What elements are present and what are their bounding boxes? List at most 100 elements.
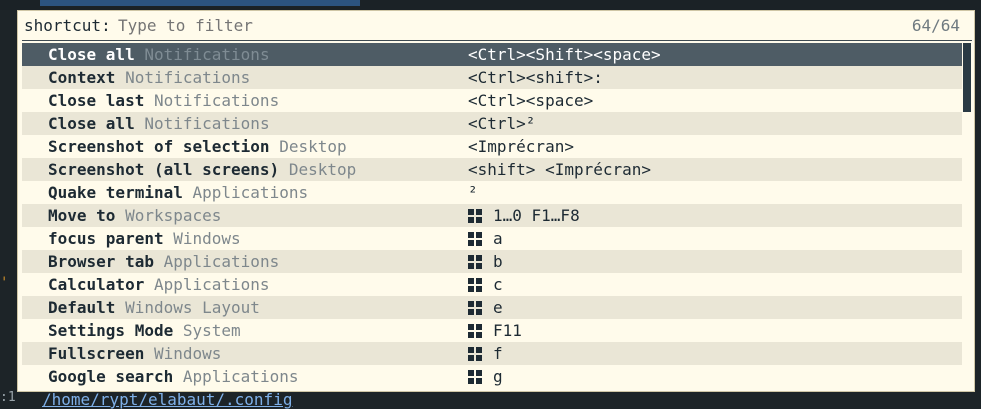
shortcut-key-text: 1…0 F1…F8	[493, 206, 580, 225]
shortcut-keys: <Imprécran>	[468, 135, 574, 158]
filter-input[interactable]	[118, 11, 618, 41]
shortcut-label: Close last Notifications	[48, 89, 279, 112]
shortcut-name: Fullscreen	[48, 344, 145, 363]
shortcut-row[interactable]: focus parent Windows a	[22, 227, 962, 250]
shortcut-row[interactable]: Context Notifications <Ctrl><shift>:	[22, 66, 962, 89]
shortcut-label: focus parent Windows	[48, 227, 241, 250]
shortcut-keys: b	[468, 250, 503, 273]
background-path: /home/rypt/elabaut/.config	[42, 390, 293, 409]
shortcut-keys: f	[468, 342, 503, 365]
shortcut-name: focus parent	[48, 229, 164, 248]
shortcut-name: Close all	[48, 114, 135, 133]
shortcut-key-text: c	[493, 275, 503, 294]
windows-key-icon	[468, 208, 482, 223]
shortcut-category: Windows Layout	[125, 298, 260, 317]
shortcut-label: Screenshot of selection Desktop	[48, 135, 347, 158]
shortcut-label: Close all Notifications	[48, 43, 270, 66]
windows-key-icon	[468, 300, 482, 315]
shortcut-key-text: F11	[493, 321, 522, 340]
shortcut-row[interactable]: Default Windows Layout e	[22, 296, 962, 319]
windows-key-icon	[468, 369, 482, 384]
shortcut-row[interactable]: Close last Notifications <Ctrl><space>	[22, 89, 962, 112]
shortcut-label: Screenshot (all screens) Desktop	[48, 158, 356, 181]
windows-key-icon	[468, 323, 482, 338]
shortcut-key-text: <Ctrl><space>	[468, 91, 594, 110]
shortcut-key-text: <Ctrl><Shift><space>	[468, 45, 661, 64]
scrollbar[interactable]	[963, 43, 971, 388]
shortcut-label: Quake terminal Applications	[48, 181, 308, 204]
shortcut-row[interactable]: Settings Mode System F11	[22, 319, 962, 342]
shortcut-key-text: f	[493, 344, 503, 363]
shortcut-row[interactable]: Calculator Applications c	[22, 273, 962, 296]
shortcut-launcher-window: shortcut: 64/64 Close all Notifications <…	[17, 10, 975, 392]
shortcut-label: Google search Applications	[48, 365, 298, 388]
shortcut-key-text: g	[493, 367, 503, 386]
shortcut-row[interactable]: Fullscreen Windows f	[22, 342, 962, 365]
shortcut-name: Default	[48, 298, 126, 317]
shortcut-category: Applications	[192, 183, 309, 202]
shortcut-keys: e	[468, 296, 503, 319]
shortcut-keys: ²	[468, 181, 478, 204]
shortcut-row[interactable]: Close all Notifications <Ctrl>²	[22, 112, 962, 135]
shortcut-category: Desktop	[279, 137, 347, 156]
windows-key-icon	[468, 277, 482, 292]
shortcut-keys: <Ctrl><space>	[468, 89, 593, 112]
shortcut-name: Settings Mode	[48, 321, 174, 340]
shortcut-row[interactable]: Move to Workspaces 1…0 F1…F8	[22, 204, 962, 227]
shortcut-name: Close all	[48, 45, 135, 64]
shortcut-row[interactable]: Browser tab Applications b	[22, 250, 962, 273]
shortcut-label: Close all Notifications	[48, 112, 270, 135]
background-highlight	[40, 0, 360, 6]
shortcut-label: Move to Workspaces	[48, 204, 221, 227]
scrollbar-thumb[interactable]	[963, 43, 971, 112]
shortcut-category: Notifications	[153, 91, 280, 110]
windows-key-icon	[468, 231, 482, 246]
shortcut-name: Quake terminal	[48, 183, 183, 202]
prompt-label: shortcut:	[24, 16, 111, 35]
shortcut-keys: a	[468, 227, 503, 250]
shortcut-key-text: <shift> <Imprécran>	[468, 160, 652, 179]
shortcut-category: Workspaces	[125, 206, 222, 225]
shortcut-key-text: e	[493, 298, 503, 317]
shortcut-category: Applications	[182, 367, 299, 386]
shortcut-label: Default Windows Layout	[48, 296, 260, 319]
shortcut-row[interactable]: Screenshot of selection Desktop <Imprécra…	[22, 135, 962, 158]
shortcut-label: Context Notifications	[48, 66, 250, 89]
filter-bar: shortcut: 64/64	[18, 11, 974, 41]
shortcut-name: Screenshot (all screens)	[48, 160, 280, 179]
shortcut-category: Applications	[153, 275, 270, 294]
shortcut-row[interactable]: Screenshot (all screens) Desktop <shift> …	[22, 158, 962, 181]
shortcut-name: Browser tab	[48, 252, 154, 271]
shortcut-row[interactable]: Quake terminal Applications ²	[22, 181, 962, 204]
shortcut-category: Notifications	[144, 45, 270, 64]
shortcut-category: Desktop	[288, 160, 357, 179]
shortcut-name: Close last	[48, 91, 145, 110]
windows-key-icon	[468, 346, 482, 361]
shortcut-keys: <shift> <Imprécran>	[468, 158, 651, 181]
shortcut-category: Applications	[163, 252, 280, 271]
shortcut-keys: c	[468, 273, 503, 296]
windows-key-icon	[468, 254, 482, 269]
shortcut-key-text: <Ctrl><shift>:	[468, 68, 603, 87]
shortcut-name: Calculator	[48, 275, 145, 294]
shortcut-name: Screenshot of selection	[48, 137, 270, 156]
shortcut-list: Close all Notifications <Ctrl><Shift><spa…	[22, 43, 962, 388]
shortcut-category: Windows	[153, 344, 222, 363]
shortcut-key-text: ²	[468, 183, 478, 202]
shortcut-key-text: a	[493, 229, 503, 248]
shortcut-keys: <Ctrl><Shift><space>	[468, 43, 661, 66]
shortcut-category: Windows	[173, 229, 241, 248]
shortcut-keys: g	[468, 365, 503, 388]
divider	[22, 40, 972, 41]
shortcut-row[interactable]: Close all Notifications <Ctrl><Shift><spa…	[22, 43, 962, 66]
shortcut-keys: F11	[468, 319, 522, 342]
shortcut-label: Browser tab Applications	[48, 250, 279, 273]
shortcut-label: Calculator Applications	[48, 273, 270, 296]
shortcut-keys: <Ctrl>²	[468, 112, 535, 135]
shortcut-row[interactable]: Google search Applications g	[22, 365, 962, 388]
background-terminal-top	[0, 0, 981, 10]
shortcut-key-text: <Imprécran>	[468, 137, 574, 156]
shortcut-label: Settings Mode System	[48, 319, 241, 342]
shortcut-keys: <Ctrl><shift>:	[468, 66, 603, 89]
shortcut-name: Move to	[48, 206, 116, 225]
